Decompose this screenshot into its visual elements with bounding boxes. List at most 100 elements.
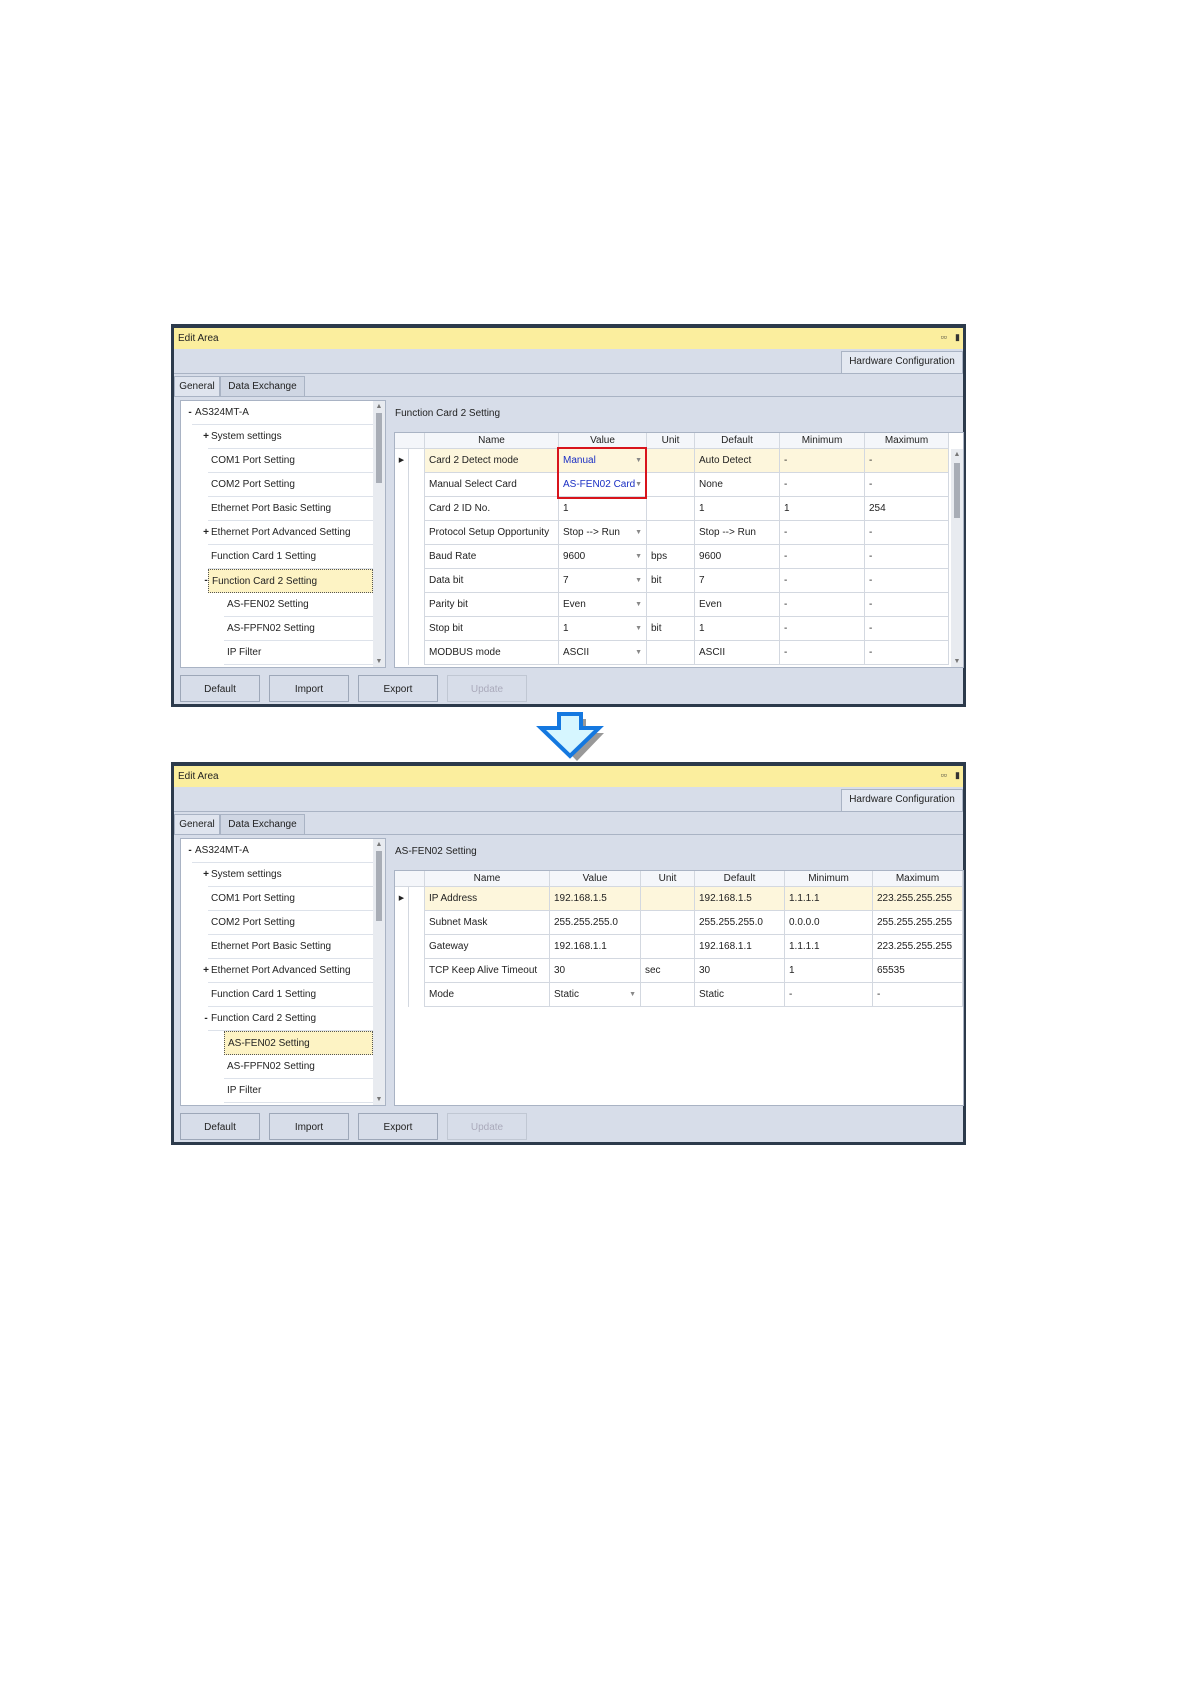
pin-icon[interactable]: ▮ (955, 332, 960, 343)
column-header-name[interactable]: Name (425, 871, 550, 887)
tree-item[interactable]: AS-FEN02 Setting (224, 593, 373, 617)
tree-collapse-icon[interactable]: - (201, 569, 211, 593)
tree-item[interactable]: Ethernet Port Advanced Setting (208, 521, 373, 545)
row-gutter (409, 569, 425, 593)
cell-value[interactable]: 1 (559, 497, 647, 521)
tree-collapse-icon[interactable]: - (201, 1007, 211, 1031)
tree-item[interactable]: Ethernet Port Basic Setting (208, 935, 373, 959)
tree-item[interactable]: AS-FPFN02 Setting (224, 1055, 373, 1079)
tree-item[interactable]: AS-FEN02 Setting (224, 1031, 373, 1055)
tree-item[interactable]: IP Filter (224, 641, 373, 665)
scroll-down-icon[interactable]: ▼ (373, 658, 385, 665)
tree-item[interactable]: Function Card 2 Setting (208, 1007, 373, 1031)
scroll-up-icon[interactable]: ▲ (951, 451, 963, 458)
tree-item[interactable]: Ethernet Port Basic Setting (208, 497, 373, 521)
tree-item[interactable]: Ethernet Port Advanced Setting (208, 959, 373, 983)
cell-value-text: Even (563, 599, 586, 610)
tree-item[interactable]: AS324MT-A (192, 839, 373, 863)
tree-collapse-icon[interactable]: - (185, 401, 195, 425)
scroll-down-icon[interactable]: ▼ (951, 658, 963, 665)
dropdown-arrow-icon[interactable]: ▼ (635, 569, 642, 592)
tab-data-exchange[interactable]: Data Exchange (220, 376, 305, 396)
tree-item[interactable]: IP Filter (224, 1079, 373, 1103)
cell-value[interactable]: 1 ▼ (559, 617, 647, 641)
dropdown-arrow-icon[interactable]: ▼ (635, 545, 642, 568)
column-header-value[interactable]: Value (550, 871, 641, 887)
cell-unit: bps (647, 545, 695, 569)
tree-item[interactable]: Function Card 1 Setting (208, 983, 373, 1007)
tree-expand-icon[interactable]: + (201, 425, 211, 449)
cell-max-text: 223.255.255.255 (877, 941, 953, 952)
column-header-min[interactable]: Minimum (780, 433, 865, 449)
column-header-max[interactable]: Maximum (865, 433, 949, 449)
tree-item[interactable]: AS324MT-A (192, 401, 373, 425)
dropdown-arrow-icon[interactable]: ▼ (635, 593, 642, 616)
column-header-unit[interactable]: Unit (641, 871, 695, 887)
cell-value[interactable]: 30 (550, 959, 641, 983)
cell-value[interactable]: Even ▼ (559, 593, 647, 617)
default-button[interactable]: Default (180, 675, 260, 702)
scroll-up-icon[interactable]: ▲ (373, 841, 385, 848)
tree-item[interactable]: Function Card 2 Setting (208, 569, 373, 593)
cell-value[interactable]: 255.255.255.0 (550, 911, 641, 935)
tree-scrollbar[interactable]: ▲ ▼ (373, 401, 385, 667)
tree-scrollbar[interactable]: ▲ ▼ (373, 839, 385, 1105)
dropdown-arrow-icon[interactable]: ▼ (629, 983, 636, 1006)
row-gutter (409, 935, 425, 959)
cell-default-text: 192.168.1.5 (699, 893, 752, 904)
tab-data-exchange[interactable]: Data Exchange (220, 814, 305, 834)
tree-expand-icon[interactable]: + (201, 863, 211, 887)
tree-item[interactable]: COM2 Port Setting (208, 911, 373, 935)
export-button[interactable]: Export (358, 1113, 438, 1140)
default-button[interactable]: Default (180, 1113, 260, 1140)
tab-hardware-configuration[interactable]: Hardware Configuration (841, 789, 963, 811)
tree-expand-icon[interactable]: + (201, 521, 211, 545)
tree-item[interactable]: Function Card 1 Setting (208, 545, 373, 569)
cell-value-text: ASCII (563, 647, 590, 658)
cell-name-text: Card 2 ID No. (429, 503, 491, 514)
cell-value[interactable]: 192.168.1.1 (550, 935, 641, 959)
tree-item[interactable]: System settings (208, 863, 373, 887)
scroll-down-icon[interactable]: ▼ (373, 1096, 385, 1103)
scroll-thumb[interactable] (376, 413, 382, 483)
column-header-min[interactable]: Minimum (785, 871, 873, 887)
column-header-default[interactable]: Default (695, 433, 780, 449)
tree-item[interactable]: COM1 Port Setting (208, 887, 373, 911)
tab-hardware-configuration[interactable]: Hardware Configuration (841, 351, 963, 373)
cell-value[interactable]: Stop --> Run ▼ (559, 521, 647, 545)
cell-value[interactable]: Static ▼ (550, 983, 641, 1007)
column-header-name[interactable]: Name (425, 433, 559, 449)
tree-collapse-icon[interactable]: - (185, 839, 195, 863)
tab-general[interactable]: General (174, 814, 220, 834)
cell-value[interactable]: 192.168.1.5 (550, 887, 641, 911)
dropdown-arrow-icon[interactable]: ▼ (635, 521, 642, 544)
scroll-thumb[interactable] (954, 463, 960, 518)
row-gutter (409, 449, 425, 473)
tab-general[interactable]: General (174, 376, 220, 396)
scroll-thumb[interactable] (376, 851, 382, 921)
float-icon[interactable]: ▫▫ (941, 332, 947, 342)
cell-max: 223.255.255.255 (873, 887, 963, 911)
tree-item[interactable]: AS-FPFN02 Setting (224, 617, 373, 641)
tree-item[interactable]: COM1 Port Setting (208, 449, 373, 473)
cell-value[interactable]: 7 ▼ (559, 569, 647, 593)
grid-title: AS-FEN02 Setting (395, 846, 477, 857)
cell-value[interactable]: ASCII ▼ (559, 641, 647, 665)
import-button[interactable]: Import (269, 675, 349, 702)
column-header-unit[interactable]: Unit (647, 433, 695, 449)
column-header-default[interactable]: Default (695, 871, 785, 887)
scroll-up-icon[interactable]: ▲ (373, 403, 385, 410)
grid-scrollbar[interactable]: ▲ ▼ (951, 449, 963, 667)
export-button[interactable]: Export (358, 675, 438, 702)
import-button[interactable]: Import (269, 1113, 349, 1140)
cell-value[interactable]: 9600 ▼ (559, 545, 647, 569)
dropdown-arrow-icon[interactable]: ▼ (635, 641, 642, 664)
cell-default: 255.255.255.0 (695, 911, 785, 935)
tree-item[interactable]: System settings (208, 425, 373, 449)
tree-item[interactable]: COM2 Port Setting (208, 473, 373, 497)
pin-icon[interactable]: ▮ (955, 770, 960, 781)
tree-expand-icon[interactable]: + (201, 959, 211, 983)
column-header-max[interactable]: Maximum (873, 871, 963, 887)
dropdown-arrow-icon[interactable]: ▼ (635, 617, 642, 640)
float-icon[interactable]: ▫▫ (941, 770, 947, 780)
